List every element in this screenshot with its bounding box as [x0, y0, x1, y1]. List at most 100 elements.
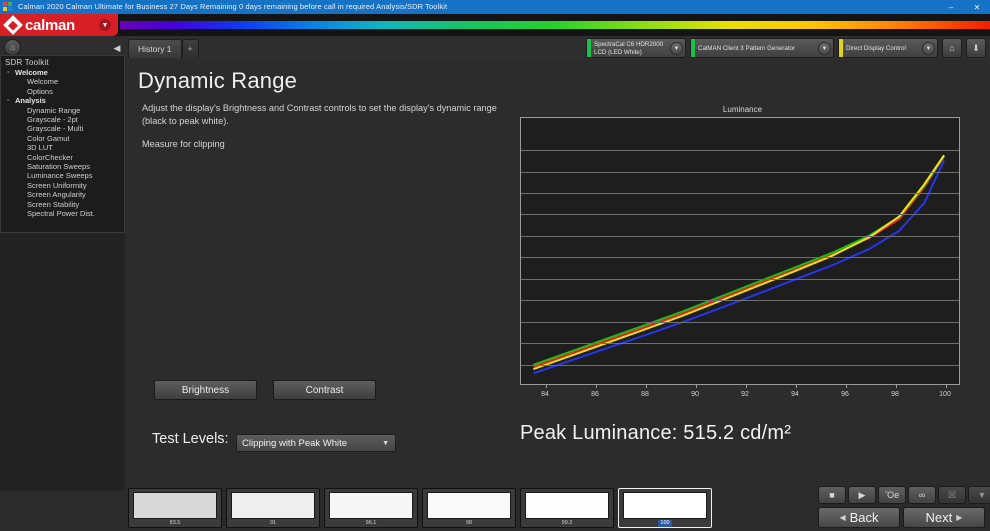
sidebar-item-label: Options — [27, 86, 53, 96]
chart-plot-area — [520, 117, 960, 388]
chart-x-tick — [696, 384, 697, 388]
minimize-button[interactable]: – — [938, 0, 964, 14]
sidebar-item-label: Screen Angularity — [27, 190, 86, 200]
chart-x-tick-label: 94 — [791, 391, 799, 398]
link-icon[interactable]: ∞ — [908, 486, 936, 504]
next-button[interactable]: Next ▶ — [903, 507, 985, 528]
chart-series-red — [533, 157, 944, 367]
chart-gridline — [521, 171, 959, 173]
sidebar-item-screen-angularity[interactable]: Screen Angularity — [5, 190, 124, 199]
sidebar-item-luminance-sweeps[interactable]: Luminance Sweeps — [5, 171, 124, 180]
chevron-down-icon[interactable]: ▼ — [99, 19, 111, 31]
meter-label-line2: LCD (LED White) — [594, 48, 642, 56]
sidebar-title: SDR Toolkit — [5, 58, 49, 67]
download-icon[interactable]: ⬇ — [966, 38, 986, 58]
contrast-button[interactable]: Contrast — [273, 380, 376, 400]
navigation-button-row: ◀ Back Next ▶ — [818, 507, 985, 528]
patch-color-swatch — [525, 492, 609, 519]
spectrum-gradient-bar — [120, 21, 990, 29]
patch-level-label: 83.5 — [169, 520, 181, 526]
chart-series-green — [533, 156, 944, 365]
sidebar-item-screen-uniformity[interactable]: Screen Uniformity — [5, 181, 124, 190]
add-history-tab-button[interactable]: + — [181, 39, 199, 58]
chart-x-tick — [946, 384, 947, 388]
play-icon[interactable]: ▶ — [848, 486, 876, 504]
home-icon[interactable]: ⌂ — [4, 39, 21, 56]
sidebar-item-label: Screen Stability — [27, 199, 80, 209]
close-button[interactable]: ✕ — [964, 0, 990, 14]
patch-level-label: 100 — [658, 520, 672, 527]
test-levels-select[interactable]: Clipping with Peak White ▼ — [236, 434, 396, 452]
sidebar-item-grayscale-multi[interactable]: Grayscale - Multi — [5, 124, 124, 133]
sidebar-item-label: Luminance Sweeps — [27, 171, 93, 181]
patch-swatch-button[interactable]: 100 — [618, 488, 712, 528]
meter-label-line1: SpectraCal C6 HDR2000 — [594, 41, 664, 48]
chart-x-axis-labels: 84 86 88 90 92 94 96 98 100 — [520, 391, 960, 403]
patch-swatch-button[interactable]: 99.2 — [520, 488, 614, 528]
display-control-selector[interactable]: Direct Display Control ▼ — [838, 38, 938, 58]
sidebar-item-dynamic-range[interactable]: Dynamic Range — [5, 106, 124, 115]
navigation-cluster: ■ ▶ Ὃe ∞ ☒ ▼ ◀ Back Next ▶ — [818, 486, 990, 530]
display-chevron-down-icon[interactable]: ▼ — [922, 42, 935, 55]
sidebar-filler — [0, 233, 125, 491]
home-workflow-icon[interactable]: ⌂ — [942, 38, 962, 58]
patch-swatch-button[interactable]: 98 — [422, 488, 516, 528]
patch-swatch-button[interactable]: 83.5 — [128, 488, 222, 528]
source-selector[interactable]: CalMAN Client 3 Pattern Generator ▼ — [690, 38, 834, 58]
record-icon[interactable]: ■ — [818, 486, 846, 504]
sidebar-item-screen-stability[interactable]: Screen Stability — [5, 200, 124, 209]
chart-series-luma — [533, 155, 944, 369]
sidebar-item-label: Screen Uniformity — [27, 180, 87, 190]
sidebar-item-welcome[interactable]: Welcome — [5, 77, 124, 86]
back-button[interactable]: ◀ Back — [818, 507, 900, 528]
main-toolbar: ⌂ ◀ History 1 + SpectraCal C6 HDR2000 LC… — [0, 36, 990, 60]
chart-x-tick-label: 88 — [641, 391, 649, 398]
chart-gridline — [521, 193, 959, 195]
calman-brand-label: calman — [25, 16, 75, 34]
collapse-sidebar-icon[interactable]: ◀ — [110, 41, 124, 55]
patch-swatch-button[interactable]: 91 — [226, 488, 320, 528]
chevron-left-icon: ◀ — [839, 513, 846, 522]
sidebar-item-label: Spectral Power Dist. — [27, 209, 95, 219]
chart-x-tick — [746, 384, 747, 388]
window-controls: – ✕ — [938, 0, 990, 14]
meter-chevron-down-icon[interactable]: ▼ — [670, 42, 683, 55]
more-icon[interactable]: ▼ — [968, 486, 990, 504]
chart-x-tick-label: 100 — [939, 391, 951, 398]
sidebar-item-saturation-sweeps[interactable]: Saturation Sweeps — [5, 162, 124, 171]
sidebar-item-3d-lut[interactable]: 3D LUT — [5, 143, 124, 152]
chart-x-tick — [546, 384, 547, 388]
source-chevron-down-icon[interactable]: ▼ — [818, 42, 831, 55]
next-button-label: Next — [925, 510, 953, 525]
delete-icon[interactable]: ☒ — [938, 486, 966, 504]
chart-x-tick — [896, 384, 897, 388]
patch-swatch-button[interactable]: 96.1 — [324, 488, 418, 528]
navigation-icon-row: ■ ▶ Ὃe ∞ ☒ ▼ — [818, 486, 990, 504]
save-icon[interactable]: Ὃe — [878, 486, 906, 504]
chart-x-tick-label: 90 — [691, 391, 699, 398]
back-button-label: Back — [849, 510, 879, 525]
chart-gridline — [521, 364, 959, 366]
sidebar-item-spectral-power-dist[interactable]: Spectral Power Dist. — [5, 209, 124, 218]
window-title-text: Calman 2020 Calman Ultimate for Business… — [18, 2, 448, 11]
sidebar-item-options[interactable]: Options — [5, 87, 124, 96]
sidebar-item-analysis[interactable]: Analysis — [5, 95, 124, 105]
calman-menu-button[interactable]: calman ▼ — [0, 14, 118, 36]
main-content-panel: Dynamic Range Adjust the display's Brigh… — [125, 60, 990, 485]
chevron-right-icon: ▶ — [956, 513, 963, 522]
sidebar-item-welcome[interactable]: Welcome — [5, 67, 124, 77]
sidebar-item-grayscale-2pt[interactable]: Grayscale - 2pt — [5, 115, 124, 124]
workflow-sidebar: SDR Toolkit WelcomeWelcomeOptionsAnalysi… — [0, 55, 125, 233]
tab-history-1[interactable]: History 1 — [128, 39, 182, 58]
patch-color-swatch — [329, 492, 413, 519]
sidebar-item-colorchecker[interactable]: ColorChecker — [5, 153, 124, 162]
chart-x-tick-label: 92 — [741, 391, 749, 398]
chart-x-tick — [846, 384, 847, 388]
chart-x-tick-label: 98 — [891, 391, 899, 398]
brightness-button[interactable]: Brightness — [154, 380, 257, 400]
meter-selector[interactable]: SpectraCal C6 HDR2000 LCD (LED White) ▼ — [586, 38, 686, 58]
chart-gridline — [521, 214, 959, 216]
page-title: Dynamic Range — [138, 68, 298, 93]
sidebar-item-color-gamut[interactable]: Color Gamut — [5, 134, 124, 143]
patch-strip-bar: 83.5 91 96.1 98 99.2 100 ■ ▶ Ὃe ∞ ☒ ▼ ◀ Back Next … — [125, 485, 990, 531]
